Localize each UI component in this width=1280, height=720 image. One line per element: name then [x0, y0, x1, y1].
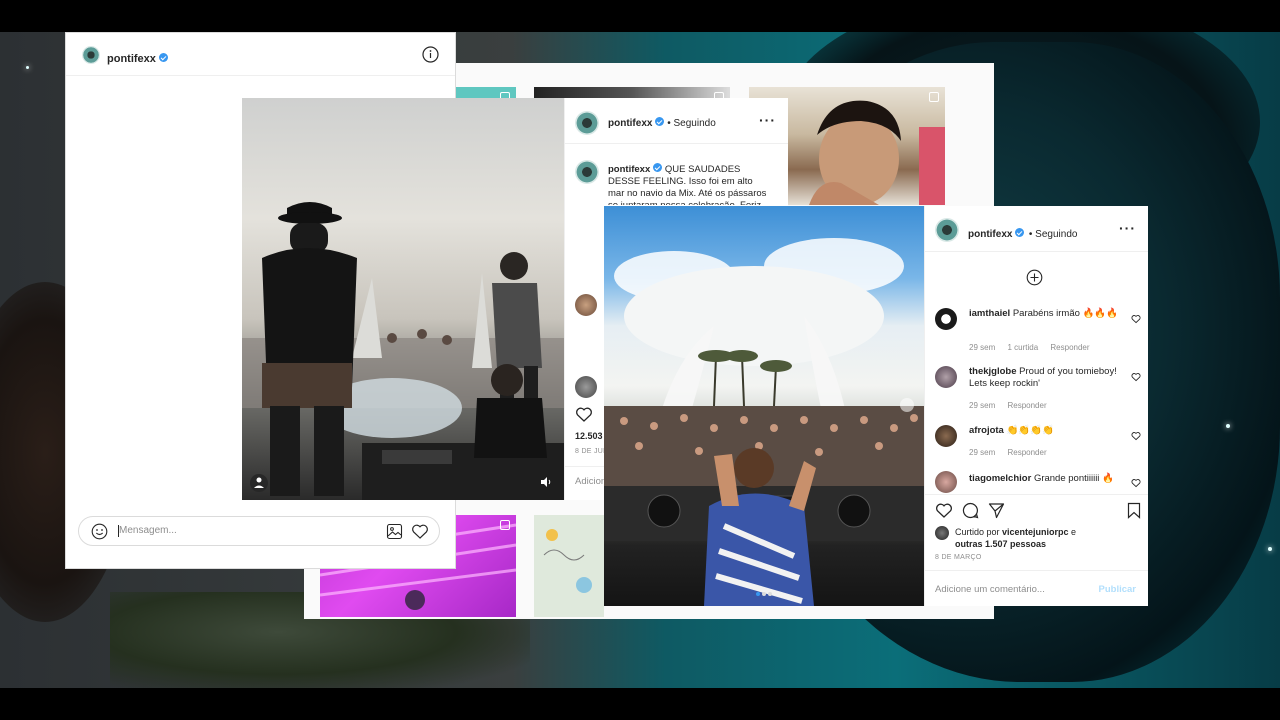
next-slide-button[interactable]: [900, 398, 914, 412]
festival-photo: [604, 238, 924, 606]
liked-by-user[interactable]: vicentejuniorpc: [1002, 527, 1069, 537]
comment-time: 29 sem: [969, 401, 996, 410]
more-options-icon[interactable]: ···: [759, 113, 776, 127]
comment-text: Grande pontiiiiii 🔥: [1033, 473, 1114, 484]
grid-tile-poster[interactable]: [534, 515, 604, 617]
post-actions: [935, 502, 1141, 524]
comment-text-block: tiagomelchior Grande pontiiiiii 🔥: [969, 473, 1119, 485]
image-upload-icon[interactable]: [386, 523, 403, 540]
liked-by-text: Curtido por vicentejuniorpc e outras 1.5…: [955, 526, 1135, 550]
commenter-avatar[interactable]: [575, 294, 597, 316]
comment-username[interactable]: thekjglobe: [969, 366, 1017, 377]
liked-by-others[interactable]: outras 1.507 pessoas: [955, 539, 1046, 549]
sound-icon[interactable]: [540, 476, 552, 488]
verified-badge-icon: [158, 53, 168, 62]
post-caption: pontifexx QUE SAUDADES DESSE FEELING. Is…: [608, 163, 768, 205]
post-date: 8 DE MARÇO: [935, 554, 982, 561]
emoji-icon[interactable]: [91, 523, 108, 540]
comment-likes[interactable]: 1 curtida: [1007, 343, 1038, 352]
comment-item: thekjglobe Proud of you tomieboy! Lets k…: [935, 366, 1141, 410]
comment-time: 29 sem: [969, 343, 996, 352]
info-icon[interactable]: [422, 46, 439, 63]
commenter-avatar[interactable]: [935, 425, 957, 447]
comment-like-icon[interactable]: [1131, 431, 1141, 441]
comment-username[interactable]: iamthaiel: [969, 308, 1010, 319]
sparkle: [26, 66, 29, 69]
multiple-photos-icon: [500, 520, 510, 530]
commenter-avatar[interactable]: [575, 376, 597, 398]
commenter-avatar[interactable]: [935, 308, 957, 330]
verified-badge-icon: [1015, 228, 1025, 237]
avatar[interactable]: [575, 111, 599, 135]
comment-meta: 29 sem Responder: [969, 400, 1057, 412]
comment-time: 29 sem: [969, 448, 996, 457]
add-comment-input[interactable]: Adicion: [575, 476, 606, 487]
liked-by-prefix: Curtido por: [955, 527, 1003, 537]
more-options-icon[interactable]: ···: [1119, 221, 1136, 235]
comment-text-block: thekjglobe Proud of you tomieboy! Lets k…: [969, 366, 1119, 390]
like-heart-icon[interactable]: [575, 406, 593, 423]
dm-username[interactable]: pontifexx: [107, 53, 156, 65]
post-photo-boat-party: [242, 98, 564, 500]
comment-text-block: afrojota 👏👏👏👏: [969, 425, 1119, 437]
comment-text: 👏👏👏👏: [1006, 425, 1054, 436]
save-bookmark-icon[interactable]: [1127, 502, 1141, 519]
load-more-comments-icon[interactable]: [1026, 269, 1043, 286]
reply-button[interactable]: Responder: [1050, 343, 1089, 352]
boat-party-photo: [242, 202, 564, 500]
comment-like-icon[interactable]: [1131, 314, 1141, 324]
add-comment-input[interactable]: Adicione um comentário...: [935, 584, 1045, 595]
comment-meta: 29 sem 1 curtida Responder: [969, 342, 1100, 354]
liked-by-conj: e: [1068, 527, 1077, 537]
post-username[interactable]: pontifexx: [608, 118, 652, 129]
avatar[interactable]: [575, 160, 599, 184]
avatar[interactable]: [82, 46, 100, 64]
post-header: pontifexx • Seguindo ···: [565, 98, 788, 144]
dm-header: pontifexx: [66, 33, 455, 76]
publish-button[interactable]: Publicar: [1099, 584, 1137, 595]
following-status[interactable]: • Seguindo: [1029, 229, 1078, 240]
caption-username[interactable]: pontifexx: [608, 164, 650, 175]
sparkle: [1226, 424, 1230, 428]
message-input-bar[interactable]: Mensagem...: [78, 516, 440, 546]
verified-badge-icon: [655, 117, 665, 126]
following-status[interactable]: • Seguindo: [667, 118, 716, 129]
comment-username[interactable]: afrojota: [969, 425, 1004, 436]
commenter-avatar[interactable]: [935, 471, 957, 493]
poster-art: [543, 529, 592, 593]
message-placeholder[interactable]: Mensagem...: [119, 525, 177, 536]
comment-meta: 29 sem Responder: [969, 447, 1057, 459]
comment-like-icon[interactable]: [1131, 372, 1141, 382]
liked-by-avatar[interactable]: [935, 526, 949, 540]
sparkle: [1268, 547, 1272, 551]
commenter-avatar[interactable]: [935, 366, 957, 388]
multiple-photos-icon: [929, 92, 939, 102]
comment-text-block: iamthaiel Parabéns irmão 🔥🔥🔥: [969, 308, 1119, 320]
post-username[interactable]: pontifexx: [968, 229, 1012, 240]
share-icon[interactable]: [988, 502, 1005, 519]
likes-count[interactable]: 12.503: [575, 431, 603, 441]
avatar[interactable]: [935, 218, 959, 242]
comment-text: Parabéns irmão 🔥🔥🔥: [1012, 308, 1119, 319]
like-heart-icon[interactable]: [935, 502, 953, 519]
heart-icon[interactable]: [411, 523, 429, 540]
reply-button[interactable]: Responder: [1007, 401, 1046, 410]
comment-like-icon[interactable]: [1131, 478, 1141, 488]
post-header: pontifexx • Seguindo ···: [925, 206, 1148, 252]
post-photo-festival: [604, 206, 924, 606]
post-sidebar-festival: pontifexx • Seguindo ··· iamthaiel Parab…: [924, 206, 1148, 606]
comment-icon[interactable]: [962, 502, 979, 519]
comment-username[interactable]: tiagomelchior: [969, 473, 1031, 484]
comment-item: iamthaiel Parabéns irmão 🔥🔥🔥 29 sem 1 cu…: [935, 308, 1141, 352]
verified-badge-icon: [653, 163, 663, 172]
post-window-festival: pontifexx • Seguindo ··· iamthaiel Parab…: [604, 206, 1148, 606]
reply-button[interactable]: Responder: [1007, 448, 1046, 457]
comment-item: afrojota 👏👏👏👏 29 sem Responder: [935, 425, 1141, 461]
comment-item: tiagomelchior Grande pontiiiiii 🔥: [935, 471, 1141, 493]
